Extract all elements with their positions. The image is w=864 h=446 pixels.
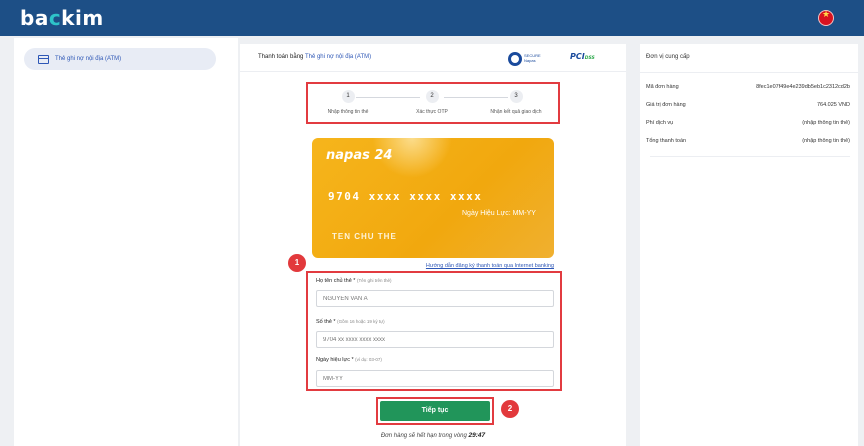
order-value-key: Giá trị đơn hàng: [646, 102, 686, 108]
logo-text-left: ba: [20, 6, 49, 30]
internet-banking-guide-link[interactable]: Hướng dẫn đăng ký thanh toán qua Interne…: [316, 263, 554, 269]
title-prefix: Thanh toán bằng: [258, 54, 304, 60]
card-number-input[interactable]: [316, 331, 554, 348]
sidebar-item-atm[interactable]: Thẻ ghi nợ nội địa (ATM): [24, 48, 216, 70]
expiry-date-input[interactable]: [316, 370, 554, 387]
service-fee-key: Phí dịch vụ: [646, 120, 674, 126]
progress-steps: 1 Nhập thông tin thẻ 2 Xác thực OTP 3 Nh…: [306, 82, 560, 124]
secure-badge-icon: SECURE Napas: [508, 51, 544, 67]
pci-dss-badge-icon: PCIDSS: [570, 52, 595, 61]
vietnam-flag-icon[interactable]: [818, 10, 834, 26]
card-preview: napas 24 9704 xxxx xxxx xxxx Ngày Hiệu L…: [312, 138, 554, 258]
card-number-preview: 9704 xxxx xxxx xxxx: [328, 190, 483, 203]
total-payment-value: (nhập thông tin thẻ): [802, 138, 850, 144]
step-2: 2 Xác thực OTP: [392, 90, 472, 115]
divider: [640, 72, 858, 73]
step-label: Nhập thông tin thẻ: [327, 109, 369, 115]
napas-logo: napas 24: [326, 148, 393, 163]
annotation-marker-2: 2: [501, 400, 519, 418]
step-1: 1 Nhập thông tin thẻ: [308, 90, 388, 115]
step-number: 1: [341, 90, 355, 103]
cardholder-name-label: Họ tên chủ thẻ * (Tên ghi trên thẻ): [316, 278, 392, 284]
sidebar-item-label: Thẻ ghi nợ nội địa (ATM): [55, 56, 122, 62]
step-number: 3: [509, 90, 523, 103]
service-fee-value: (nhập thông tin thẻ): [802, 120, 850, 126]
step-label: Nhận kết quả giao dịch: [490, 109, 542, 115]
divider: [650, 156, 850, 157]
card-holder-preview: TEN CHU THE: [332, 232, 397, 241]
card-number-label: Số thẻ * (Gồm 16 hoặc 19 ký tự): [316, 319, 385, 325]
timer-text: Đơn hàng sẽ hết hạn trong vòng: [380, 433, 467, 439]
card-expiry-preview: Ngày Hiệu Lực: MM-YY: [462, 210, 536, 217]
order-summary-panel: Đơn vị cung cấp Mã đơn hàng 8fec1e07f49e…: [640, 44, 858, 446]
logo-text-dot: c: [48, 6, 62, 30]
atm-card-icon: [38, 54, 49, 64]
panel-header: Thanh toán bằng Thẻ ghi nợ nội địa (ATM)…: [240, 44, 626, 72]
card-info-form: Họ tên chủ thẻ * (Tên ghi trên thẻ) Số t…: [306, 271, 562, 391]
page-title: Thanh toán bằng Thẻ ghi nợ nội địa (ATM): [258, 54, 371, 60]
cardholder-name-input[interactable]: [316, 290, 554, 307]
step-3: 3 Nhận kết quả giao dịch: [476, 90, 556, 115]
order-id-key: Mã đơn hàng: [646, 84, 679, 90]
order-value-value: 764.025 VND: [816, 102, 850, 108]
payment-form-panel: Thanh toán bằng Thẻ ghi nợ nội địa (ATM)…: [240, 44, 626, 446]
continue-button[interactable]: Tiếp tục: [380, 401, 490, 421]
order-id-value: 8fec1e07f49e4e239db5eb1c2312cd2b: [756, 84, 850, 90]
step-number: 2: [425, 90, 439, 103]
payment-method-sidebar: Thẻ ghi nợ nội địa (ATM): [14, 38, 238, 446]
expiry-timer: Đơn hàng sẽ hết hạn trong vòng 29:47: [240, 432, 626, 439]
annotation-marker-1: 1: [288, 254, 306, 272]
timer-value: 29:47: [468, 432, 486, 439]
total-payment-key: Tổng thanh toán: [646, 138, 687, 144]
title-method: Thẻ ghi nợ nội địa (ATM): [304, 54, 372, 60]
logo-text-right: kim: [61, 6, 104, 30]
step-label: Xác thực OTP: [416, 109, 448, 115]
expiry-date-label: Ngày hiệu lực * (ví dụ: 03-07): [316, 357, 382, 363]
baokim-logo[interactable]: backim: [20, 6, 104, 30]
provider-label: Đơn vị cung cấp: [646, 54, 690, 60]
top-bar: backim: [0, 0, 864, 36]
